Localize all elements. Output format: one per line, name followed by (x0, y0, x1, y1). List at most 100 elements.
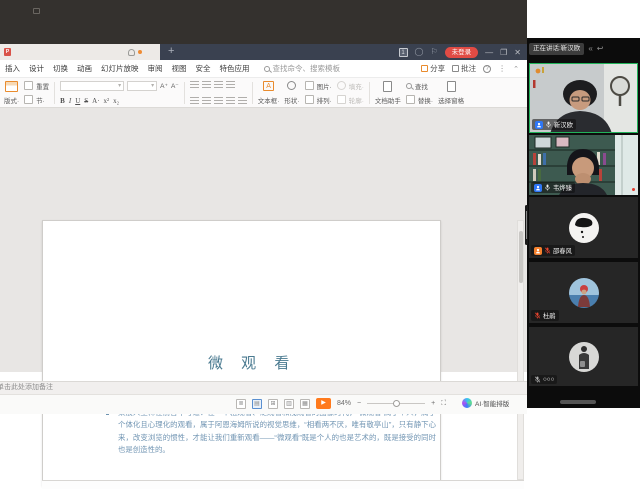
play-slideshow-button[interactable]: ▶ (316, 398, 331, 409)
outline-button[interactable]: 轮廓· (337, 95, 364, 105)
login-button[interactable]: 未登录 (445, 47, 479, 58)
ai-icon (462, 398, 472, 408)
layout-button[interactable]: 版式· (4, 81, 19, 105)
page-number-icon[interactable]: 1 (399, 48, 408, 57)
replace-button[interactable]: 替换· (406, 95, 433, 105)
increase-indent-icon[interactable] (226, 81, 235, 89)
picture-button[interactable]: 图片· (305, 81, 332, 91)
menu-review[interactable]: 审阅 (148, 63, 163, 74)
zoom-slider-knob[interactable] (393, 400, 400, 407)
horizontal-scrollbar[interactable] (42, 480, 524, 489)
document-tab[interactable]: P (0, 44, 160, 60)
more-menu-button[interactable]: ⋮ (498, 64, 506, 73)
close-button[interactable]: ✕ (514, 48, 521, 57)
align-center-icon[interactable] (202, 97, 211, 105)
picture-icon (305, 81, 314, 90)
subscript-button[interactable]: x₂ (113, 97, 119, 105)
handout-view-button[interactable]: ▦ (300, 399, 310, 409)
vertical-scrollbar[interactable] (517, 220, 524, 480)
command-search-input[interactable]: 查找命令、搜索模板 (264, 63, 341, 74)
zoom-level[interactable]: 84% (337, 400, 351, 407)
justify-icon[interactable] (226, 97, 235, 105)
font-name-combo[interactable]: ▾ (60, 81, 124, 91)
notes-bar[interactable]: 单击此处添加备注 (0, 381, 527, 394)
participant-tile[interactable]: 韦烨臻 (529, 135, 638, 195)
comment-button[interactable]: 批注 (452, 63, 476, 74)
find-button[interactable]: 查找 (406, 81, 433, 91)
participant-tile[interactable]: 邵春风 (529, 197, 638, 258)
zoom-slider[interactable] (367, 403, 425, 404)
share-button[interactable]: 分享 (421, 63, 445, 74)
shape-button[interactable]: 形状· (284, 81, 299, 105)
arrange-button[interactable]: 排列· (305, 95, 332, 105)
bullet-list-icon[interactable] (190, 81, 199, 89)
participant-tile[interactable]: 靳汉欧 (529, 63, 638, 133)
slide-editing-area: 微 观 看 策展人王林在前言中写道：在一个粗观看、泛观看和浅观看的图像时代，“微… (0, 108, 527, 372)
menu-special-features[interactable]: 特色应用 (220, 63, 250, 74)
skin-icon[interactable]: ◯ (415, 47, 424, 57)
reset-icon (24, 81, 33, 90)
menu-security[interactable]: 安全 (196, 63, 211, 74)
notes-toggle-icon[interactable]: ≣ (236, 399, 246, 409)
bold-button[interactable]: B (60, 97, 65, 105)
fill-button[interactable]: 填充· (337, 81, 364, 91)
window-titlebar[interactable] (0, 0, 527, 44)
slide-canvas[interactable]: 微 观 看 策展人王林在前言中写道：在一个粗观看、泛观看和浅观看的图像时代，“微… (42, 220, 441, 486)
selection-pane-button[interactable]: 选择窗格 (438, 81, 464, 105)
line-spacing-icon[interactable] (238, 97, 247, 105)
slide-title[interactable]: 微 观 看 (208, 352, 296, 373)
mic-on-icon (545, 121, 552, 128)
menu-insert[interactable]: 插入 (5, 63, 20, 74)
superscript-button[interactable]: x² (104, 97, 110, 105)
numbered-list-icon[interactable] (202, 81, 211, 89)
zoom-in-button[interactable]: + (431, 400, 435, 407)
slide-body-text[interactable]: 策展人王林在前言中写道：在一个粗观看、泛观看和浅观看的图像时代，“微观看”属于个… (118, 407, 436, 457)
ai-smart-layout-button[interactable]: AI·智能排版 (462, 398, 509, 408)
minimize-button[interactable]: — (485, 48, 493, 57)
reset-button[interactable]: 重置 (24, 81, 49, 91)
participant-tile[interactable]: 杜鹃 (529, 262, 638, 323)
mic-muted-icon (544, 247, 551, 254)
mic-muted-icon (534, 312, 541, 319)
strikethrough-button[interactable]: S (84, 97, 88, 105)
unsaved-dot-icon (138, 50, 142, 54)
underline-button[interactable]: U (75, 97, 80, 105)
align-right-icon[interactable] (214, 97, 223, 105)
participants-scroll-indicator[interactable] (560, 400, 596, 404)
slide-sorter-view-button[interactable]: ⊞ (268, 399, 278, 409)
back-to-share-icon[interactable]: ↩ (597, 44, 604, 54)
font-shrink-button[interactable]: A⁻ (171, 82, 179, 90)
zoom-out-button[interactable]: − (357, 400, 361, 407)
app-icon (33, 8, 40, 14)
participant-avatar (568, 277, 600, 309)
menu-design[interactable]: 设计 (29, 63, 44, 74)
menu-animation[interactable]: 动画 (77, 63, 92, 74)
menu-slideshow[interactable]: 幻灯片放映 (101, 63, 139, 74)
collapse-ribbon-button[interactable]: ⌃ (513, 65, 519, 73)
section-button[interactable]: 节· (24, 95, 49, 105)
panel-collapse-handle[interactable] (525, 205, 528, 245)
font-size-combo[interactable]: ▾ (127, 81, 157, 91)
new-tab-button[interactable]: + (160, 44, 182, 60)
arrange-icon (305, 95, 314, 104)
font-grow-button[interactable]: A⁺ (160, 82, 168, 90)
maximize-button[interactable]: ❐ (500, 48, 507, 57)
normal-view-button[interactable]: ▤ (252, 399, 262, 409)
menu-bar: 插入 设计 切换 动画 幻灯片放映 审阅 视图 安全 特色应用 查找命令、搜索模… (0, 60, 527, 78)
reading-view-button[interactable]: ▥ (284, 399, 294, 409)
menu-transition[interactable]: 切换 (53, 63, 68, 74)
vertical-scrollbar-thumb[interactable] (519, 231, 523, 283)
fit-slide-button[interactable]: ⛶ (441, 400, 446, 408)
participant-tile[interactable]: ○○○ (529, 327, 638, 386)
align-left-icon[interactable] (190, 97, 199, 105)
notification-bell-icon[interactable]: ⚐ (430, 47, 437, 57)
decrease-indent-icon[interactable] (214, 81, 223, 89)
collapse-panel-icon[interactable]: « (588, 44, 592, 54)
menu-view[interactable]: 视图 (172, 63, 187, 74)
comment-icon (452, 65, 459, 72)
font-color-button[interactable]: A· (92, 97, 99, 105)
doc-assistant-button[interactable]: 文档助手 (375, 81, 401, 105)
help-button[interactable]: ? (483, 65, 491, 73)
italic-button[interactable]: I (69, 97, 71, 105)
textbox-button[interactable]: A 文本框· (258, 81, 280, 105)
